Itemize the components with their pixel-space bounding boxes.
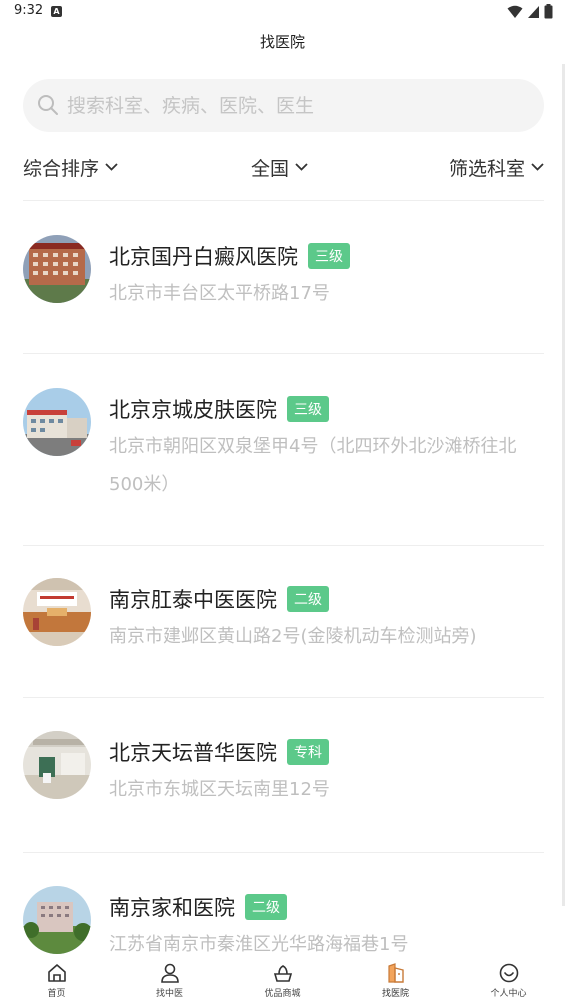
- chevron-down-icon: [105, 163, 118, 171]
- profile-icon: [499, 963, 518, 983]
- hospital-name: 南京家和医院: [109, 896, 235, 920]
- hospital-item[interactable]: 北京国丹白癜风医院 三级 北京市丰台区太平桥路17号: [23, 235, 544, 345]
- search-icon: [38, 95, 58, 115]
- signal-icon: [528, 5, 539, 18]
- hospital-name: 北京国丹白癜风医院: [109, 245, 298, 269]
- search-bar[interactable]: [23, 79, 544, 132]
- tab-mall[interactable]: 优品商城: [226, 956, 339, 1004]
- tab-find-tcm[interactable]: 找中医: [113, 956, 226, 1004]
- tab-profile-label: 个人中心: [490, 989, 527, 999]
- hospital-name: 南京肛泰中医医院: [109, 588, 277, 612]
- level-badge: 二级: [245, 894, 287, 920]
- header: 找医院: [0, 24, 565, 64]
- hospital-item[interactable]: 北京京城皮肤医院 三级 北京市朝阳区双泉堡甲4号（北四环外北沙滩桥往北500米）: [23, 388, 544, 538]
- hospital-item[interactable]: 南京肛泰中医医院 二级 南京市建邺区黄山路2号(金陵机动车检测站旁): [23, 578, 544, 688]
- hospital-icon: [387, 963, 404, 983]
- tab-mall-label: 优品商城: [264, 989, 301, 999]
- level-badge: 三级: [308, 243, 350, 269]
- hospital-address: 北京市丰台区太平桥路17号: [109, 283, 330, 304]
- sort-filter[interactable]: 综合排序: [23, 150, 118, 184]
- notification-icon: A: [51, 6, 62, 17]
- hospital-photo: [23, 731, 91, 799]
- status-icons: [507, 4, 553, 19]
- chevron-down-icon: [531, 163, 544, 171]
- tab-find-hospital-label: 找医院: [381, 989, 409, 999]
- level-badge: 专科: [287, 739, 329, 765]
- status-time: 9:32: [14, 3, 44, 18]
- tab-profile[interactable]: 个人中心: [452, 956, 565, 1004]
- level-badge: 三级: [287, 396, 329, 422]
- sort-filter-label: 综合排序: [23, 157, 100, 180]
- hospital-item[interactable]: 北京天坛普华医院 专科 北京市东城区天坛南里12号: [23, 731, 544, 841]
- doctor-icon: [160, 963, 179, 983]
- home-icon: [47, 964, 66, 982]
- hospital-item[interactable]: 南京家和医院 二级 江苏省南京市秦淮区光华路海福巷1号: [23, 886, 544, 956]
- search-input[interactable]: [67, 79, 527, 132]
- hospital-photo: [23, 578, 91, 646]
- department-filter[interactable]: 筛选科室: [449, 150, 544, 184]
- divider: [23, 353, 544, 354]
- hospital-address: 北京市朝阳区双泉堡甲4号（北四环外北沙滩桥往北500米）: [109, 436, 517, 495]
- tab-find-tcm-label: 找中医: [155, 989, 183, 999]
- region-filter-label: 全国: [251, 157, 290, 180]
- divider: [23, 200, 544, 201]
- status-bar: 9:32 A: [0, 0, 565, 24]
- divider: [23, 697, 544, 698]
- divider: [23, 852, 544, 853]
- filter-bar: 综合排序 全国 筛选科室: [23, 150, 544, 184]
- hospital-name: 北京京城皮肤医院: [109, 398, 277, 422]
- hospital-photo: [23, 388, 91, 456]
- battery-icon: [544, 4, 553, 19]
- tab-home-label: 首页: [47, 989, 66, 999]
- hospital-address: 南京市建邺区黄山路2号(金陵机动车检测站旁): [109, 626, 477, 647]
- hospital-name: 北京天坛普华医院: [109, 741, 277, 765]
- hospital-photo: [23, 235, 91, 303]
- hospital-address: 北京市东城区天坛南里12号: [109, 779, 330, 800]
- divider: [23, 545, 544, 546]
- bottom-tab-bar: 首页 找中医 优品商城 找医院 个人中心: [0, 956, 565, 1004]
- tab-home[interactable]: 首页: [0, 956, 113, 1004]
- tab-find-hospital[interactable]: 找医院: [339, 956, 452, 1004]
- chevron-down-icon: [295, 163, 308, 171]
- department-filter-label: 筛选科室: [448, 157, 525, 180]
- mall-icon: [273, 965, 292, 982]
- hospital-photo: [23, 886, 91, 954]
- page-title: 找医院: [259, 33, 305, 51]
- wifi-icon: [507, 5, 523, 18]
- level-badge: 二级: [287, 586, 329, 612]
- region-filter[interactable]: 全国: [251, 150, 308, 184]
